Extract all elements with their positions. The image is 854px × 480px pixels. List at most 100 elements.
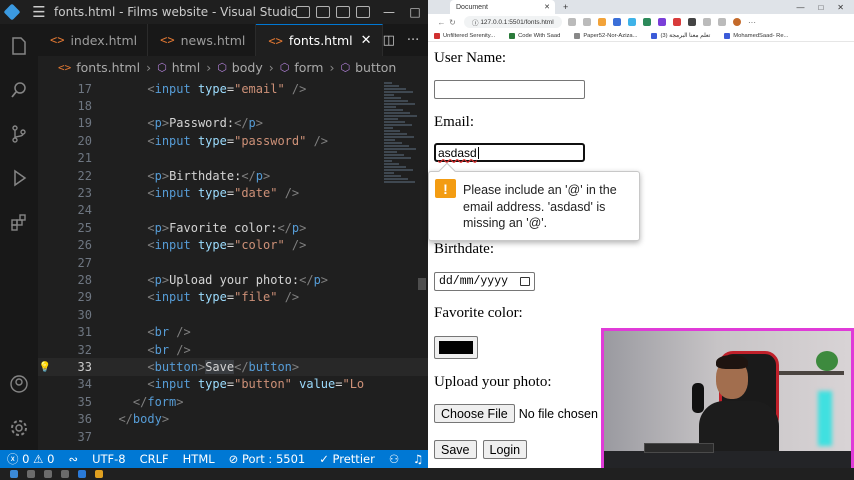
explorer-icon[interactable] bbox=[0, 24, 38, 68]
bookmark-item[interactable]: MohamedSaad- Re... bbox=[724, 32, 788, 39]
code-line[interactable]: 20 <input type="password" /> bbox=[38, 132, 428, 149]
code-line[interactable]: 35 </form> bbox=[38, 393, 428, 410]
tab-news-html[interactable]: <> news.html bbox=[148, 24, 257, 56]
minimize-icon[interactable]: — bbox=[796, 3, 804, 12]
search-icon[interactable] bbox=[0, 68, 38, 112]
login-button[interactable]: Login bbox=[482, 440, 528, 459]
collections-icon[interactable] bbox=[718, 18, 726, 26]
extension-icon[interactable] bbox=[673, 18, 681, 26]
toggle-panel-icon[interactable] bbox=[316, 6, 330, 18]
code-line[interactable]: 37 bbox=[38, 428, 428, 445]
taskbar-app-icon[interactable] bbox=[95, 470, 103, 478]
extension-icon[interactable] bbox=[688, 18, 696, 26]
choose-file-button[interactable]: Choose File bbox=[434, 404, 515, 423]
close-tab-icon[interactable]: ✕ bbox=[544, 3, 550, 11]
code-line[interactable]: 28 <p>Upload your photo:</p> bbox=[38, 271, 428, 288]
account-icon[interactable] bbox=[0, 362, 38, 406]
feedback-icon[interactable]: ⚇ bbox=[382, 452, 406, 466]
hamburger-menu-icon[interactable]: ☰ bbox=[24, 3, 54, 21]
close-tab-icon[interactable]: ✕ bbox=[361, 33, 372, 48]
minimize-icon[interactable]: — bbox=[376, 5, 402, 19]
more-menu-icon[interactable]: ··· bbox=[748, 18, 756, 27]
breadcrumb-button[interactable]: ⬡ button bbox=[340, 60, 396, 75]
bookmark-item[interactable]: تعلم معنا البرمجة (3) bbox=[651, 32, 710, 39]
zoom-icon[interactable] bbox=[583, 18, 591, 26]
extensions-icon[interactable] bbox=[0, 200, 38, 244]
bookmark-item[interactable]: Unfiltered Serenity... bbox=[434, 32, 495, 39]
favorites-icon[interactable] bbox=[703, 18, 711, 26]
split-editor-icon[interactable]: ◫ bbox=[383, 33, 395, 48]
search-icon[interactable] bbox=[27, 470, 35, 478]
extension-icon[interactable] bbox=[628, 18, 636, 26]
breadcrumb-file[interactable]: <> fonts.html bbox=[58, 60, 140, 75]
user-name-input[interactable] bbox=[434, 80, 585, 99]
code-line[interactable]: 34 <input type="button" value="Lo bbox=[38, 376, 428, 393]
source-control-icon[interactable] bbox=[0, 112, 38, 156]
browser-tab-document[interactable]: Document ✕ bbox=[450, 0, 555, 14]
code-editor[interactable]: 17 <input type="email" /> 18 19 <p>Passwor… bbox=[38, 78, 428, 450]
problems-status[interactable]: ⓧ 0 ⚠ 0 bbox=[0, 451, 61, 467]
code-line[interactable]: 24 bbox=[38, 202, 428, 219]
code-line[interactable]: 26 <input type="color" /> bbox=[38, 237, 428, 254]
maximize-icon[interactable]: □ bbox=[402, 5, 428, 19]
taskbar-app-icon[interactable] bbox=[44, 470, 52, 478]
code-line[interactable]: 22 <p>Birthdate:</p> bbox=[38, 167, 428, 184]
lightbulb-icon[interactable]: 💡 bbox=[38, 362, 52, 373]
bookmark-item[interactable]: Paper52-Nor-Aziza... bbox=[574, 32, 637, 39]
extension-icon[interactable] bbox=[613, 18, 621, 26]
birthdate-input[interactable]: dd/mm/yyyy bbox=[434, 272, 535, 291]
live-server-status[interactable]: ⊘ Port : 5501 bbox=[222, 452, 313, 466]
bookmark-item[interactable]: Code With Saad bbox=[509, 32, 560, 39]
customize-layout-icon[interactable] bbox=[356, 6, 370, 18]
code-line[interactable]: 25 <p>Favorite color:</p> bbox=[38, 219, 428, 236]
tab-fonts-html[interactable]: <> fonts.html ✕ bbox=[256, 24, 383, 56]
profile-avatar[interactable] bbox=[733, 18, 741, 26]
color-picker-input[interactable] bbox=[434, 336, 478, 359]
run-debug-icon[interactable] bbox=[0, 156, 38, 200]
email-input[interactable]: asdasd bbox=[434, 143, 585, 162]
code-line[interactable]: 29 <input type="file" /> bbox=[38, 289, 428, 306]
settings-gear-icon[interactable] bbox=[0, 406, 38, 450]
error-icon: ⓧ bbox=[7, 452, 23, 466]
tab-index-html[interactable]: <> index.html bbox=[38, 24, 149, 56]
file-input[interactable]: Choose File No file chosen bbox=[434, 404, 598, 423]
save-button[interactable]: Save bbox=[434, 440, 477, 459]
code-line[interactable]: 27 bbox=[38, 254, 428, 271]
code-line[interactable]: 30 bbox=[38, 306, 428, 323]
breadcrumb-html[interactable]: ⬡ html bbox=[157, 60, 200, 75]
extension-icon[interactable] bbox=[643, 18, 651, 26]
code-line[interactable]: 21 bbox=[38, 150, 428, 167]
new-tab-icon[interactable]: + bbox=[563, 2, 568, 12]
maximize-icon[interactable]: □ bbox=[818, 3, 823, 12]
toggle-secondary-sidebar-icon[interactable] bbox=[336, 6, 350, 18]
notifications-bell-icon[interactable]: ♫ bbox=[406, 452, 430, 466]
calendar-icon[interactable] bbox=[520, 277, 530, 286]
address-bar[interactable]: ⓘ 127.0.0.1:5501/fonts.html bbox=[464, 16, 562, 28]
code-line[interactable]: 17 <input type="email" /> bbox=[38, 80, 428, 97]
extension-icon[interactable] bbox=[598, 18, 606, 26]
start-icon[interactable] bbox=[10, 470, 18, 478]
taskbar-app-icon[interactable] bbox=[78, 470, 86, 478]
read-aloud-icon[interactable] bbox=[568, 18, 576, 26]
code-line[interactable]: 31 <br /> bbox=[38, 324, 428, 341]
prettier-status[interactable]: ✓ Prettier bbox=[312, 452, 382, 466]
back-arrow-icon[interactable]: ← bbox=[436, 18, 447, 27]
code-line[interactable]: 💡 33 <button>Save</button> bbox=[38, 358, 428, 376]
live-share-icon[interactable]: ∾ bbox=[61, 452, 85, 466]
code-line[interactable]: 19 <p>Password:</p> bbox=[38, 115, 428, 132]
code-line[interactable]: 18 bbox=[38, 97, 428, 114]
code-line[interactable]: 32 <br /> bbox=[38, 341, 428, 358]
code-line[interactable]: 23 <input type="date" /> bbox=[38, 184, 428, 201]
toggle-primary-sidebar-icon[interactable] bbox=[296, 6, 310, 18]
more-actions-icon[interactable]: ··· bbox=[407, 33, 419, 48]
extension-icon[interactable] bbox=[658, 18, 666, 26]
encoding-status[interactable]: UTF-8 bbox=[85, 452, 133, 466]
breadcrumb-body[interactable]: ⬡ body bbox=[217, 60, 263, 75]
language-mode-status[interactable]: HTML bbox=[176, 452, 222, 466]
eol-status[interactable]: CRLF bbox=[133, 452, 176, 466]
taskbar-app-icon[interactable] bbox=[61, 470, 69, 478]
close-icon[interactable]: ✕ bbox=[837, 3, 844, 12]
code-line[interactable]: 36 </body> bbox=[38, 411, 428, 428]
refresh-icon[interactable]: ↻ bbox=[447, 18, 458, 27]
breadcrumb-form[interactable]: ⬡ form bbox=[280, 60, 324, 75]
